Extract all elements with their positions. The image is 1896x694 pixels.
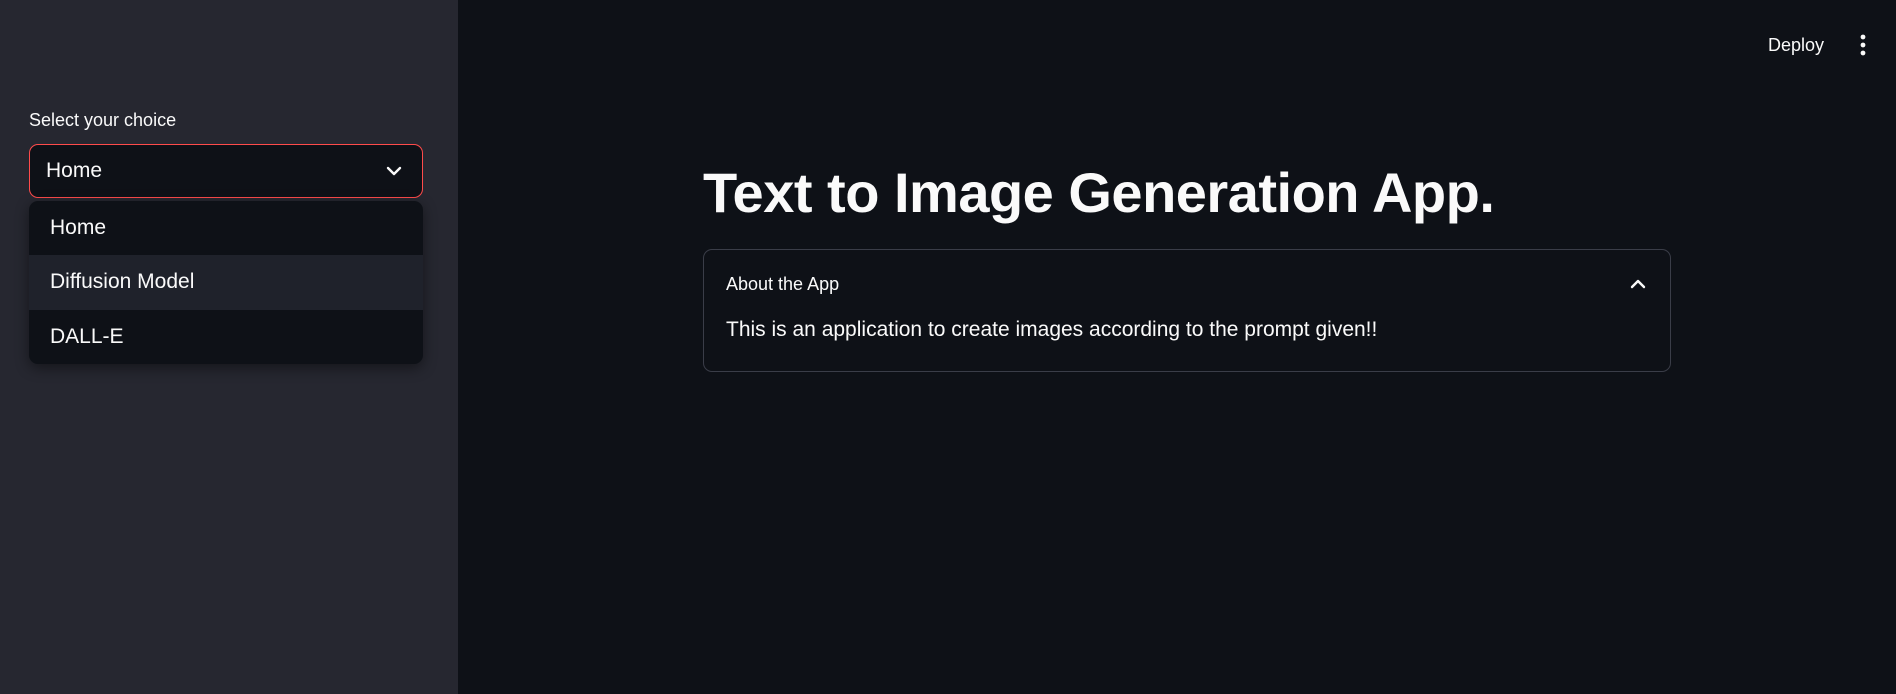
app-root: Select your choice Home Home Diffusion M… — [0, 0, 1896, 694]
expander-body-text: This is an application to create images … — [726, 318, 1378, 341]
select-value: Home — [46, 159, 103, 182]
kebab-menu-icon[interactable] — [1852, 30, 1874, 60]
page-title: Text to Image Generation App. — [703, 161, 1495, 224]
choice-select[interactable]: Home — [29, 144, 423, 198]
about-expander: About the App This is an application to … — [703, 249, 1671, 372]
option-diffusion-model[interactable]: Diffusion Model — [29, 255, 423, 310]
option-dall-e[interactable]: DALL-E — [29, 310, 423, 364]
expander-title: About the App — [726, 273, 840, 294]
select-dropdown-menu: Home Diffusion Model DALL-E — [29, 201, 423, 364]
chevron-up-icon[interactable] — [1628, 274, 1648, 294]
deploy-button[interactable]: Deploy — [1760, 30, 1832, 60]
chevron-down-icon[interactable] — [384, 161, 404, 181]
select-label: Select your choice — [29, 110, 177, 130]
sidebar: Select your choice Home Home Diffusion M… — [0, 0, 458, 694]
expander-header[interactable]: About the App — [726, 270, 1648, 298]
option-home[interactable]: Home — [29, 201, 423, 255]
